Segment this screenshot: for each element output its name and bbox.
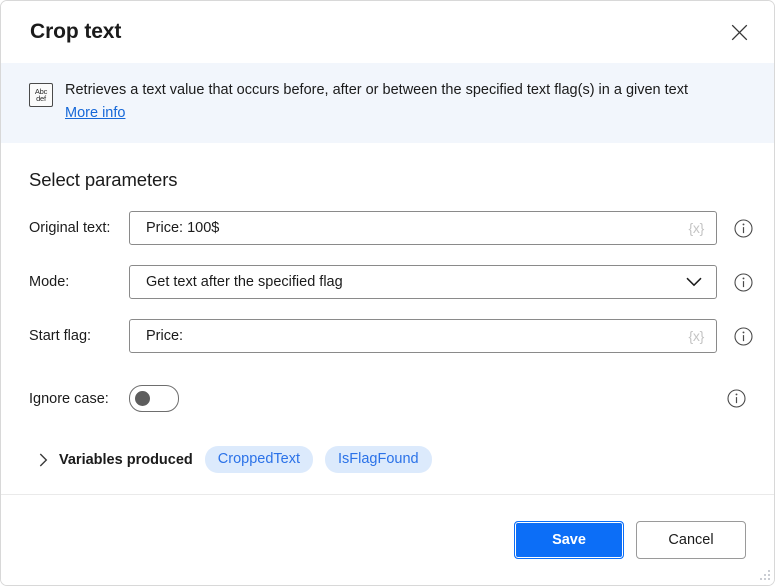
label-mode: Mode: <box>29 274 70 290</box>
crop-text-dialog: Crop text Abc def Retrieves a text value… <box>0 0 775 586</box>
value-original-text: Price: 100$ <box>146 220 220 236</box>
field-row-start-flag: Start flag: Price: {x} <box>29 319 753 353</box>
info-icon-mode[interactable] <box>733 272 753 292</box>
dialog-title: Crop text <box>30 20 122 43</box>
parameters-body: Select parameters Original text: Price: … <box>1 143 774 494</box>
label-ignore-case: Ignore case: <box>29 390 109 407</box>
toggle-knob <box>135 390 150 406</box>
field-row-original-text: Original text: Price: 100$ {x} <box>29 211 753 245</box>
banner-text-block: Retrieves a text value that occurs befor… <box>65 81 688 122</box>
abc-def-text-icon: Abc def <box>29 83 53 107</box>
description-banner: Abc def Retrieves a text value that occu… <box>1 63 774 143</box>
dialog-footer: Save Cancel <box>1 494 774 585</box>
banner-description: Retrieves a text value that occurs befor… <box>65 82 689 98</box>
section-title: Select parameters <box>29 169 178 190</box>
chevron-down-icon[interactable] <box>686 277 716 287</box>
cancel-button[interactable]: Cancel <box>636 521 746 559</box>
field-row-ignore-case: Ignore case: <box>29 385 746 412</box>
variable-chip-cropped-text[interactable]: CroppedText <box>204 446 313 473</box>
variables-produced-row: Variables produced CroppedText IsFlagFou… <box>35 446 746 473</box>
info-icon-original-text[interactable] <box>733 218 753 238</box>
info-icon-ignore-case[interactable] <box>726 389 746 409</box>
variable-picker-icon-original-text[interactable]: {x} <box>689 220 716 236</box>
input-start-flag[interactable]: Price: {x} <box>129 319 717 353</box>
variable-picker-icon-start-flag[interactable]: {x} <box>689 328 716 344</box>
variables-produced-label[interactable]: Variables produced <box>59 452 193 468</box>
input-original-text[interactable]: Price: 100$ {x} <box>129 211 717 245</box>
label-start-flag: Start flag: <box>29 328 92 344</box>
chevron-right-icon[interactable] <box>35 453 51 467</box>
value-start-flag: Price: <box>146 328 184 344</box>
save-button[interactable]: Save <box>514 521 624 559</box>
toggle-ignore-case[interactable] <box>129 385 179 412</box>
resize-grip[interactable] <box>758 569 771 582</box>
field-row-mode: Mode: Get text after the specified flag <box>29 265 753 299</box>
more-info-link[interactable]: More info <box>65 105 125 121</box>
info-icon-start-flag[interactable] <box>733 326 753 346</box>
dialog-titlebar: Crop text <box>1 1 774 63</box>
label-original-text: Original text: <box>29 220 111 236</box>
close-icon[interactable] <box>720 13 758 51</box>
variable-chip-is-flag-found[interactable]: IsFlagFound <box>325 446 432 473</box>
def-glyph: def <box>36 94 46 103</box>
dropdown-mode[interactable]: Get text after the specified flag <box>129 265 717 299</box>
value-mode: Get text after the specified flag <box>146 274 343 290</box>
